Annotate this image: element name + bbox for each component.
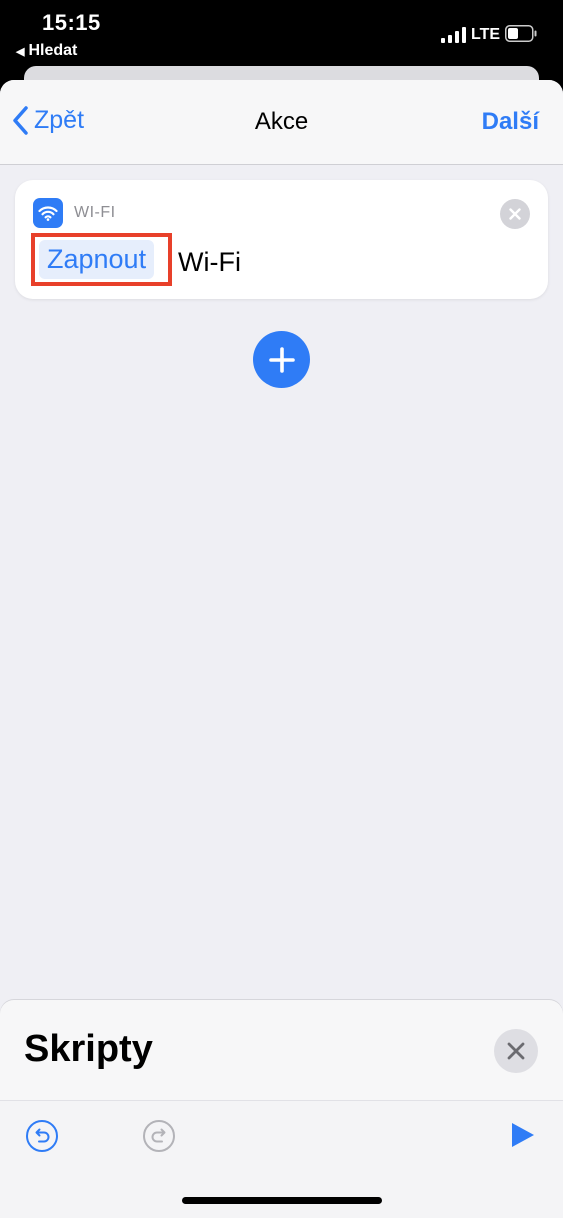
status-time: 15:15	[42, 10, 101, 35]
wifi-icon	[33, 198, 63, 228]
scripts-panel: Skripty	[0, 1000, 563, 1218]
network-type: LTE	[471, 26, 501, 43]
toggle-parameter-token[interactable]: Zapnout	[39, 240, 155, 279]
redo-icon[interactable]	[142, 1119, 176, 1153]
action-target-text: Wi-Fi	[178, 247, 241, 277]
action-category-label: WI-FI	[74, 204, 116, 221]
shortcut-editor-sheet: Zpět Akce Další WI-FI Zapnout Wi-Fi Skri…	[0, 80, 563, 1218]
next-button[interactable]: Další	[482, 108, 539, 136]
back-app-label: Hledat	[28, 42, 78, 59]
back-triangle-icon: ◀	[16, 45, 25, 58]
page-title: Akce	[254, 108, 309, 135]
plus-icon	[268, 346, 295, 373]
navigation-bar: Zpět Akce Další	[0, 80, 563, 165]
close-icon	[507, 1042, 525, 1060]
status-bar: 15:15 ◀ Hledat LTE	[0, 0, 563, 64]
close-icon	[509, 208, 521, 220]
remove-action-button[interactable]	[500, 199, 530, 229]
panel-title: Skripty	[24, 1028, 153, 1070]
add-action-button[interactable]	[253, 331, 310, 388]
back-to-app-link[interactable]: ◀ Hledat	[16, 42, 77, 60]
play-icon[interactable]	[510, 1121, 536, 1149]
undo-icon[interactable]	[25, 1119, 59, 1153]
home-indicator[interactable]	[182, 1197, 382, 1204]
battery-icon	[505, 25, 537, 42]
signal-strength-icon	[441, 27, 466, 43]
wifi-action-card[interactable]: WI-FI Zapnout Wi-Fi	[15, 180, 548, 299]
close-panel-button[interactable]	[494, 1029, 538, 1073]
